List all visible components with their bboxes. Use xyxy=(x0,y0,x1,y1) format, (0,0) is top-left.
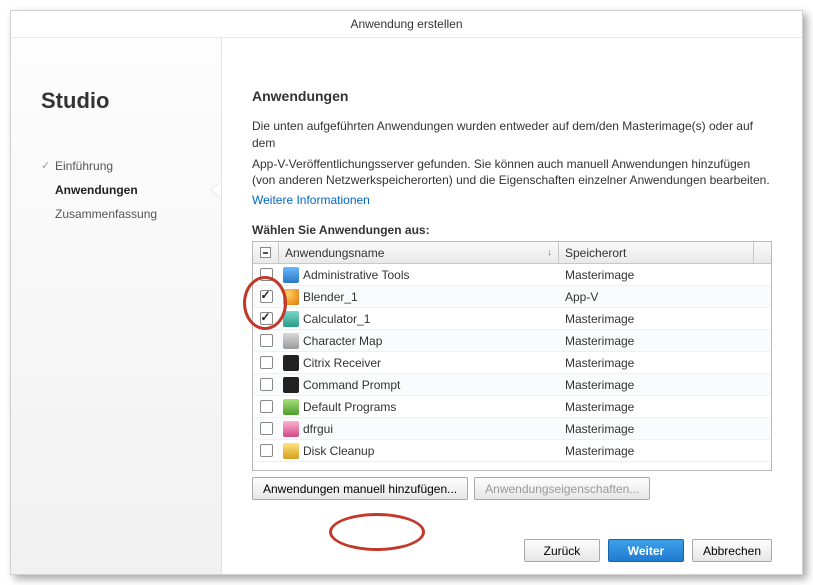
row-name-cell: Default Programs xyxy=(279,399,559,415)
table-row[interactable]: Citrix Receiver Masterimage xyxy=(253,352,771,374)
app-icon xyxy=(283,399,299,415)
row-name-cell: Calculator_1 xyxy=(279,311,559,327)
wizard-step-einführung[interactable]: Einführung xyxy=(41,154,201,178)
app-name: Character Map xyxy=(303,334,382,348)
row-name-cell: Disk Cleanup xyxy=(279,443,559,459)
applications-table: Anwendungsname ↓ Speicherort Administrat… xyxy=(252,241,772,471)
row-checkbox-cell[interactable] xyxy=(253,268,279,281)
row-location-cell: Masterimage xyxy=(559,400,771,414)
window-title: Anwendung erstellen xyxy=(11,11,802,37)
row-checkbox-cell[interactable] xyxy=(253,356,279,369)
header-location-label: Speicherort xyxy=(565,246,626,260)
app-properties-button: Anwendungseigenschaften... xyxy=(474,477,650,500)
select-all-checkbox-indeterminate[interactable] xyxy=(260,247,271,258)
row-location-cell: Masterimage xyxy=(559,268,771,282)
row-checkbox-cell[interactable] xyxy=(253,378,279,391)
window-body: Studio EinführungAnwendungenZusammenfass… xyxy=(11,37,802,574)
header-location[interactable]: Speicherort xyxy=(559,242,754,263)
header-scroll-gutter xyxy=(754,242,771,263)
row-name-cell: Blender_1 xyxy=(279,289,559,305)
row-location-cell: Masterimage xyxy=(559,378,771,392)
table-row[interactable]: Command Prompt Masterimage xyxy=(253,374,771,396)
row-checkbox[interactable] xyxy=(260,356,273,369)
table-action-buttons: Anwendungen manuell hinzufügen... Anwend… xyxy=(252,477,772,500)
back-button[interactable]: Zurück xyxy=(524,539,600,562)
header-name-label: Anwendungsname xyxy=(285,246,384,260)
row-checkbox-cell[interactable] xyxy=(253,400,279,413)
row-name-cell: Character Map xyxy=(279,333,559,349)
sort-arrow-icon: ↓ xyxy=(547,247,552,258)
wizard-sidebar: Studio EinführungAnwendungenZusammenfass… xyxy=(11,38,221,574)
more-info-link[interactable]: Weitere Informationen xyxy=(252,193,772,207)
page-description: Die unten aufgeführten Anwendungen wurde… xyxy=(252,118,772,152)
row-checkbox-cell[interactable] xyxy=(253,290,279,303)
app-name: Calculator_1 xyxy=(303,312,370,326)
table-row[interactable]: Default Programs Masterimage xyxy=(253,396,771,418)
table-row[interactable]: Character Map Masterimage xyxy=(253,330,771,352)
row-name-cell: Command Prompt xyxy=(279,377,559,393)
app-name: Command Prompt xyxy=(303,378,400,392)
wizard-footer: Zurück Weiter Abbrechen xyxy=(252,521,772,562)
row-location-cell: App-V xyxy=(559,290,771,304)
app-icon xyxy=(283,421,299,437)
product-heading: Studio xyxy=(41,88,201,114)
table-label: Wählen Sie Anwendungen aus: xyxy=(252,223,772,237)
page-description-2: App-V-Veröffentlichungsserver gefunden. … xyxy=(252,156,772,190)
row-checkbox-cell[interactable] xyxy=(253,334,279,347)
table-header: Anwendungsname ↓ Speicherort xyxy=(253,242,771,264)
row-checkbox-cell[interactable] xyxy=(253,422,279,435)
annotation-next-highlight xyxy=(329,513,425,551)
app-icon xyxy=(283,377,299,393)
table-row[interactable]: Administrative Tools Masterimage xyxy=(253,264,771,286)
row-location-cell: Masterimage xyxy=(559,334,771,348)
row-checkbox[interactable] xyxy=(260,378,273,391)
add-manual-button[interactable]: Anwendungen manuell hinzufügen... xyxy=(252,477,468,500)
wizard-steps: EinführungAnwendungenZusammenfassung xyxy=(41,154,201,226)
row-checkbox[interactable] xyxy=(260,268,273,281)
row-name-cell: Citrix Receiver xyxy=(279,355,559,371)
row-checkbox[interactable] xyxy=(260,422,273,435)
next-button[interactable]: Weiter xyxy=(608,539,684,562)
app-name: Administrative Tools xyxy=(303,268,410,282)
app-icon xyxy=(283,311,299,327)
row-checkbox-cell[interactable] xyxy=(253,312,279,325)
header-checkbox-cell[interactable] xyxy=(253,242,279,263)
app-icon xyxy=(283,355,299,371)
row-checkbox[interactable] xyxy=(260,334,273,347)
table-row[interactable]: dfrgui Masterimage xyxy=(253,418,771,440)
row-location-cell: Masterimage xyxy=(559,422,771,436)
wizard-step-zusammenfassung[interactable]: Zusammenfassung xyxy=(41,202,201,226)
app-name: Disk Cleanup xyxy=(303,444,374,458)
page-heading: Anwendungen xyxy=(252,88,772,104)
table-row[interactable]: Disk Cleanup Masterimage xyxy=(253,440,771,462)
row-checkbox-cell[interactable] xyxy=(253,444,279,457)
table-body[interactable]: Administrative Tools Masterimage Blender_1… xyxy=(253,264,771,470)
row-checkbox[interactable] xyxy=(260,312,273,325)
app-name: Blender_1 xyxy=(303,290,358,304)
row-location-cell: Masterimage xyxy=(559,356,771,370)
app-icon xyxy=(283,289,299,305)
app-name: dfrgui xyxy=(303,422,333,436)
app-icon xyxy=(283,443,299,459)
row-checkbox[interactable] xyxy=(260,290,273,303)
table-row[interactable]: Calculator_1 Masterimage xyxy=(253,308,771,330)
row-checkbox[interactable] xyxy=(260,444,273,457)
wizard-step-anwendungen: Anwendungen xyxy=(41,178,201,202)
row-checkbox[interactable] xyxy=(260,400,273,413)
app-name: Citrix Receiver xyxy=(303,356,381,370)
row-location-cell: Masterimage xyxy=(559,312,771,326)
header-name[interactable]: Anwendungsname ↓ xyxy=(279,242,559,263)
row-name-cell: Administrative Tools xyxy=(279,267,559,283)
row-location-cell: Masterimage xyxy=(559,444,771,458)
row-name-cell: dfrgui xyxy=(279,421,559,437)
table-row[interactable]: Blender_1 App-V xyxy=(253,286,771,308)
wizard-window: Anwendung erstellen Studio EinführungAnw… xyxy=(10,10,803,575)
cancel-button[interactable]: Abbrechen xyxy=(692,539,772,562)
app-icon xyxy=(283,333,299,349)
app-icon xyxy=(283,267,299,283)
wizard-main: Anwendungen Die unten aufgeführten Anwen… xyxy=(221,38,802,574)
app-name: Default Programs xyxy=(303,400,396,414)
